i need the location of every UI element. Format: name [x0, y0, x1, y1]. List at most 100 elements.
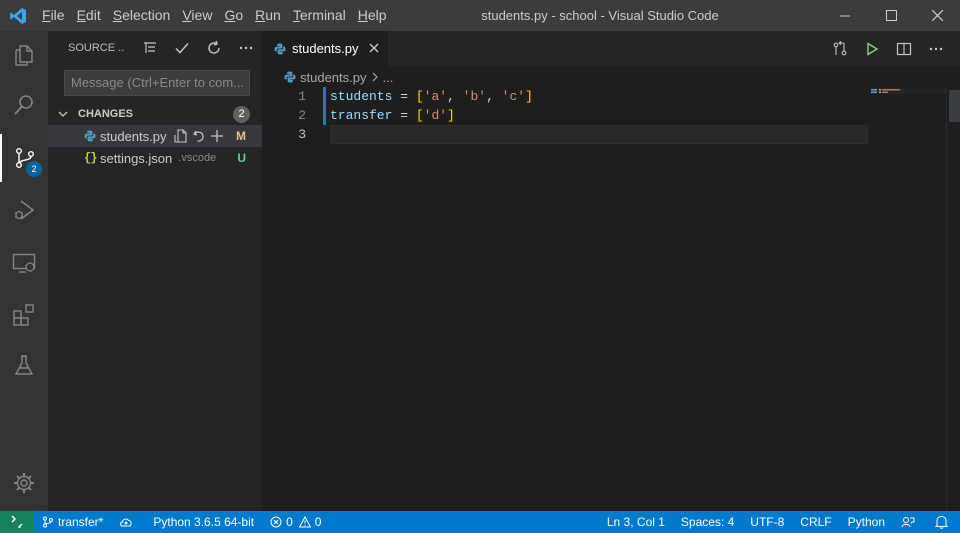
- current-line-highlight: [330, 125, 868, 144]
- explorer-icon: [15, 45, 33, 66]
- ellipsis-icon: [239, 46, 253, 49]
- check-icon: [175, 42, 189, 54]
- git-change-decoration[interactable]: [323, 87, 326, 125]
- search-button[interactable]: [0, 81, 48, 129]
- more-actions-button[interactable]: [230, 36, 262, 60]
- bell-icon: [935, 515, 948, 529]
- activity-bar: 2: [0, 31, 48, 511]
- close-icon: [931, 10, 943, 21]
- sync-button[interactable]: [111, 511, 145, 533]
- menu-item[interactable]: Edit: [71, 0, 107, 31]
- close-window-button[interactable]: [914, 0, 960, 31]
- manage-button[interactable]: [0, 459, 48, 507]
- source-control-button[interactable]: 2: [0, 134, 48, 182]
- encoding-status[interactable]: UTF-8: [742, 511, 792, 533]
- changes-section-header[interactable]: CHANGES 2: [48, 103, 262, 125]
- maximize-icon: [885, 10, 897, 21]
- run-python-file-button[interactable]: [856, 31, 888, 66]
- eol-status[interactable]: CRLF: [792, 511, 839, 533]
- refresh-button[interactable]: [198, 36, 230, 60]
- stage-changes-button[interactable]: [209, 128, 225, 144]
- editor-more-actions-button[interactable]: [920, 31, 952, 66]
- menu-item[interactable]: Selection: [107, 0, 177, 31]
- cursor-position-status[interactable]: Ln 3, Col 1: [599, 511, 673, 533]
- editor-actions: [824, 31, 952, 66]
- menu-item[interactable]: Go: [218, 0, 249, 31]
- minimize-button[interactable]: [822, 0, 868, 31]
- editor-tabs: students.py: [262, 31, 960, 66]
- run-debug-icon: [15, 200, 35, 220]
- plus-icon: [210, 130, 223, 142]
- panel-header: SOURCE ...: [48, 31, 262, 64]
- tab-label: students.py: [292, 41, 359, 56]
- file-name: students.py: [100, 128, 167, 144]
- play-icon: [867, 41, 879, 56]
- refresh-icon: [208, 40, 220, 54]
- panel-title: SOURCE ...: [68, 41, 124, 54]
- commit-button[interactable]: [166, 36, 198, 60]
- changed-file-row[interactable]: students.py M: [48, 125, 262, 147]
- explorer-button[interactable]: [0, 31, 48, 79]
- view-as-tree-button[interactable]: [134, 36, 166, 60]
- notifications-button[interactable]: [927, 511, 960, 533]
- changed-file-row[interactable]: {} settings.json .vscode U: [48, 147, 262, 169]
- vscode-logo-icon: [0, 0, 36, 31]
- python-file-icon: [274, 43, 286, 54]
- language-mode-status[interactable]: Python: [840, 511, 893, 533]
- minimap[interactable]: [870, 88, 946, 94]
- cloud-upload-icon: [120, 518, 132, 527]
- problems-status[interactable]: 0 0: [262, 511, 329, 533]
- code-editor[interactable]: 1 2 3 students = ['a', 'b', 'c'] transfe…: [262, 87, 960, 511]
- indentation-status[interactable]: Spaces: 4: [673, 511, 742, 533]
- python-file-icon: [84, 130, 100, 142]
- compare-changes-icon: [833, 40, 847, 55]
- vertical-scrollbar[interactable]: [946, 88, 960, 511]
- window-controls: [822, 0, 960, 31]
- split-editor-button[interactable]: [888, 31, 920, 66]
- commit-message-input[interactable]: Message (Ctrl+Enter to com...: [64, 70, 250, 96]
- remote-indicator[interactable]: [0, 511, 34, 533]
- line-number: 1: [298, 89, 306, 104]
- git-branch-status[interactable]: transfer*: [34, 511, 111, 533]
- chevron-right-icon: [372, 72, 378, 82]
- remote-explorer-icon: [12, 253, 36, 273]
- chevron-down-icon: [48, 108, 78, 120]
- warning-icon: [298, 516, 311, 528]
- minimize-icon: [840, 15, 850, 16]
- menu-item[interactable]: Run: [249, 0, 287, 31]
- breadcrumb-symbols[interactable]: ...: [383, 70, 394, 85]
- testing-icon: [14, 355, 34, 375]
- status-bar: transfer* Python 3.6.5 64-bit 0 0 Ln 3, …: [0, 511, 960, 533]
- testing-button[interactable]: [0, 341, 48, 389]
- file-status-untracked: U: [237, 151, 246, 165]
- menu-item[interactable]: Help: [352, 0, 393, 31]
- split-editor-icon: [896, 42, 912, 55]
- close-icon: [369, 43, 378, 53]
- feedback-icon: [901, 517, 915, 528]
- open-file-button[interactable]: [173, 128, 189, 144]
- source-control-panel: SOURCE ... Message (Ctrl+Enter to com...…: [48, 31, 262, 511]
- list-tree-icon: [144, 41, 156, 53]
- maximize-button[interactable]: [868, 0, 914, 31]
- discard-changes-button[interactable]: [191, 128, 207, 144]
- python-interpreter-status[interactable]: Python 3.6.5 64-bit: [145, 511, 262, 533]
- run-debug-button[interactable]: [0, 186, 48, 234]
- json-file-icon: {}: [84, 151, 97, 165]
- changes-label: CHANGES: [78, 108, 134, 120]
- gear-icon: [14, 473, 34, 493]
- tab-close-button[interactable]: [369, 41, 379, 56]
- remote-explorer-button[interactable]: [0, 239, 48, 287]
- extensions-button[interactable]: [0, 291, 48, 339]
- feedback-button[interactable]: [893, 511, 927, 533]
- open-changes-button[interactable]: [824, 31, 856, 66]
- window-title: students.py - school - Visual Studio Cod…: [481, 8, 719, 23]
- menu-item[interactable]: File: [36, 0, 71, 31]
- go-to-file-icon: [173, 129, 187, 143]
- error-count: 0: [286, 515, 293, 529]
- menu-item[interactable]: Terminal: [287, 0, 352, 31]
- menu-item[interactable]: View: [176, 0, 218, 31]
- python-file-icon: [284, 71, 296, 83]
- tab-students-py[interactable]: students.py: [262, 31, 388, 66]
- breadcrumb-file[interactable]: students.py: [300, 70, 367, 85]
- scrollbar-thumb[interactable]: [949, 90, 960, 122]
